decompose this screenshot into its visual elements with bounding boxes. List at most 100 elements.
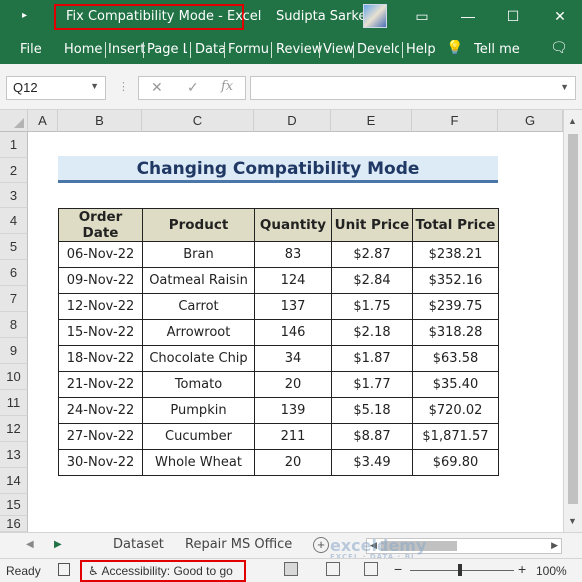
expand-formula-icon[interactable]: ▼ — [560, 82, 569, 92]
ribbon-display-options-icon[interactable]: ▭ — [412, 6, 432, 26]
cell-unit-price[interactable]: $2.18 — [331, 319, 413, 346]
header-unit-price[interactable]: Unit Price — [331, 208, 413, 242]
cell-product[interactable]: Bran — [142, 241, 255, 268]
cell-product[interactable]: Arrowroot — [142, 319, 255, 346]
zoom-level[interactable]: 100% — [536, 564, 567, 578]
cell-order-date[interactable]: 18-Nov-22 — [58, 345, 143, 372]
column-header-g[interactable]: G — [498, 110, 563, 132]
row-header[interactable]: 8 — [0, 312, 28, 338]
tab-data[interactable]: Data — [195, 42, 226, 57]
cell-product[interactable]: Pumpkin — [142, 397, 255, 424]
maximize-icon[interactable]: ☐ — [503, 6, 523, 26]
cell-product[interactable]: Cucumber — [142, 423, 255, 450]
sheet-prev-icon[interactable]: ◀ — [26, 539, 34, 550]
minimize-icon[interactable]: — — [458, 6, 478, 26]
sheet-next-icon[interactable]: ▶ — [54, 539, 62, 550]
column-header-a[interactable]: A — [28, 110, 58, 132]
cell-order-date[interactable]: 30-Nov-22 — [58, 449, 143, 476]
cell-order-date[interactable]: 06-Nov-22 — [58, 241, 143, 268]
enter-icon[interactable]: ✓ — [187, 79, 199, 96]
tab-home[interactable]: Home — [64, 42, 102, 57]
header-product[interactable]: Product — [142, 208, 255, 242]
row-header[interactable]: 15 — [0, 494, 28, 516]
cell-product[interactable]: Whole Wheat — [142, 449, 255, 476]
insert-function-icon[interactable]: fx — [221, 79, 233, 94]
sheet-tab-repair-ms-office[interactable]: Repair MS Office — [185, 537, 292, 552]
cell-quantity[interactable]: 20 — [254, 371, 332, 398]
row-header[interactable]: 2 — [0, 158, 28, 183]
row-header[interactable]: 4 — [0, 208, 28, 234]
scroll-thumb[interactable] — [568, 134, 578, 504]
cell-total-price[interactable]: $63.58 — [412, 345, 499, 372]
cell-unit-price[interactable]: $1.87 — [331, 345, 413, 372]
cell-quantity[interactable]: 211 — [254, 423, 332, 450]
cell-quantity[interactable]: 139 — [254, 397, 332, 424]
more-options-icon[interactable]: ⋮ — [118, 80, 130, 93]
macro-record-icon[interactable] — [58, 563, 70, 576]
row-header[interactable]: 6 — [0, 260, 28, 286]
cell-total-price[interactable]: $352.16 — [412, 267, 499, 294]
page-layout-view-icon[interactable] — [326, 562, 340, 576]
row-header[interactable]: 13 — [0, 442, 28, 468]
column-header-d[interactable]: D — [254, 110, 331, 132]
tell-me-search[interactable]: Tell me — [474, 42, 520, 57]
cell-total-price[interactable]: $69.80 — [412, 449, 499, 476]
column-header-e[interactable]: E — [331, 110, 412, 132]
row-header[interactable]: 3 — [0, 183, 28, 208]
cell-quantity[interactable]: 20 — [254, 449, 332, 476]
user-name[interactable]: Sudipta Sarker — [276, 9, 372, 24]
cell-total-price[interactable]: $238.21 — [412, 241, 499, 268]
cell-product[interactable]: Tomato — [142, 371, 255, 398]
cancel-icon[interactable]: ✕ — [151, 79, 163, 96]
row-header[interactable]: 7 — [0, 286, 28, 312]
tab-file[interactable]: File — [20, 42, 42, 57]
cell-unit-price[interactable]: $1.77 — [331, 371, 413, 398]
scroll-up-icon[interactable]: ▲ — [568, 116, 577, 126]
cell-unit-price[interactable]: $2.84 — [331, 267, 413, 294]
row-header[interactable]: 1 — [0, 132, 28, 158]
cell-unit-price[interactable]: $3.49 — [331, 449, 413, 476]
cell-order-date[interactable]: 15-Nov-22 — [58, 319, 143, 346]
column-header-f[interactable]: F — [412, 110, 498, 132]
column-header-b[interactable]: B — [58, 110, 142, 132]
cell-unit-price[interactable]: $1.75 — [331, 293, 413, 320]
cell-unit-price[interactable]: $2.87 — [331, 241, 413, 268]
formula-input[interactable]: ▼ — [250, 76, 576, 100]
row-header[interactable]: 11 — [0, 390, 28, 416]
add-sheet-icon[interactable]: + — [313, 537, 329, 553]
zoom-in-button[interactable]: + — [518, 561, 526, 577]
page-break-preview-icon[interactable] — [364, 562, 378, 576]
avatar[interactable] — [363, 4, 387, 28]
column-header-c[interactable]: C — [142, 110, 254, 132]
cell-quantity[interactable]: 146 — [254, 319, 332, 346]
tab-page-layout[interactable]: Page La — [147, 42, 187, 57]
tab-help[interactable]: Help — [406, 42, 436, 57]
cell-total-price[interactable]: $720.02 — [412, 397, 499, 424]
cell-total-price[interactable]: $35.40 — [412, 371, 499, 398]
cell-order-date[interactable]: 27-Nov-22 — [58, 423, 143, 450]
tab-formulas[interactable]: Formul — [228, 42, 268, 57]
cell-product[interactable]: Carrot — [142, 293, 255, 320]
sheet-tab-dataset[interactable]: Dataset — [113, 537, 164, 552]
header-quantity[interactable]: Quantity — [254, 208, 332, 242]
row-header[interactable]: 12 — [0, 416, 28, 442]
cell-unit-price[interactable]: $5.18 — [331, 397, 413, 424]
cell-order-date[interactable]: 12-Nov-22 — [58, 293, 143, 320]
cell-order-date[interactable]: 09-Nov-22 — [58, 267, 143, 294]
lightbulb-icon[interactable]: 💡 — [446, 40, 463, 56]
cell-total-price[interactable]: $318.28 — [412, 319, 499, 346]
cell-quantity[interactable]: 83 — [254, 241, 332, 268]
cell-unit-price[interactable]: $8.87 — [331, 423, 413, 450]
vertical-scrollbar[interactable]: ▲ ▼ — [563, 110, 582, 532]
row-header[interactable]: 10 — [0, 364, 28, 390]
cell-product[interactable]: Oatmeal Raisin — [142, 267, 255, 294]
zoom-out-button[interactable]: − — [394, 561, 402, 577]
accessibility-status[interactable]: ♿︎ Accessibility: Good to go — [88, 564, 233, 578]
cell-quantity[interactable]: 137 — [254, 293, 332, 320]
header-order-date[interactable]: Order Date — [58, 208, 143, 242]
cell-total-price[interactable]: $239.75 — [412, 293, 499, 320]
tab-review[interactable]: Review — [276, 42, 322, 57]
zoom-slider[interactable] — [410, 570, 514, 571]
cell-quantity[interactable]: 34 — [254, 345, 332, 372]
name-box[interactable]: Q12 ▼ — [6, 76, 106, 100]
